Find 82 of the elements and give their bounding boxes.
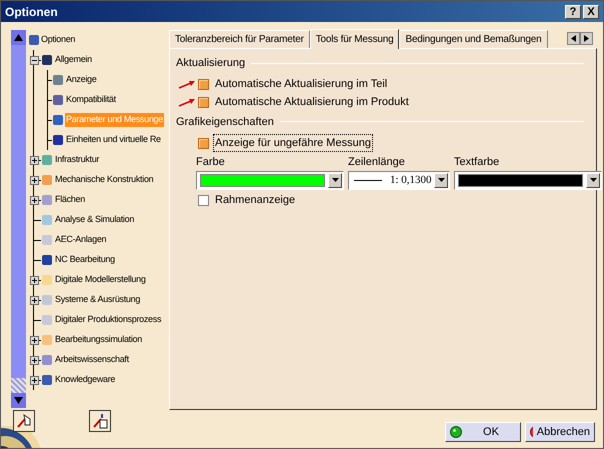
left-arrow-icon (571, 35, 576, 42)
tree-item[interactable]: Anzeige (65, 73, 98, 87)
tree-item[interactable]: Bearbeitungssimulation (54, 333, 143, 347)
checkbox-label[interactable]: Anzeige für ungefähre Messung (213, 134, 373, 152)
dropdown[interactable] (454, 170, 602, 190)
tree-item[interactable]: Systeme & Ausrüstung (54, 293, 142, 307)
expand-icon[interactable] (30, 296, 39, 304)
expand-icon[interactable] (30, 156, 39, 164)
tab[interactable]: Bedingungen und Bemaßungen (399, 30, 548, 48)
tree-item[interactable]: Optionen (41, 33, 76, 47)
section-title: Grafikeigenschaften (176, 114, 274, 130)
tree-item[interactable]: Knowledgeware (54, 373, 116, 387)
tree-item[interactable]: Allgemein (54, 53, 93, 67)
scroll-thumb[interactable] (11, 378, 26, 393)
item-icon (41, 354, 53, 366)
tab-scroll-left-button[interactable] (567, 32, 580, 45)
section-title: Aktualisierung (176, 56, 246, 71)
dropdown-label: Zeilenlänge (348, 155, 406, 170)
tree-item[interactable]: Infrastruktur (54, 153, 100, 167)
item-icon (41, 254, 53, 266)
tree-item[interactable]: Digitale Modellerstellung (54, 273, 147, 287)
tab-scroll-right-button[interactable] (580, 32, 593, 45)
caret-icon (438, 178, 444, 182)
item-icon (41, 214, 53, 226)
caret-icon (332, 178, 338, 182)
dialog-button[interactable]: Abbrechen (525, 422, 595, 442)
tab[interactable]: Toleranzbereich für Parameter (169, 30, 310, 48)
item-icon (52, 94, 64, 106)
item-icon (52, 114, 64, 126)
import-settings-button[interactable] (89, 410, 111, 432)
dialog-button[interactable]: OK (445, 422, 521, 442)
dropdown[interactable]: 1: 0,1300 (348, 170, 450, 190)
tree-item[interactable]: Arbeitswissenschaft (54, 353, 130, 367)
caret-icon (590, 178, 596, 182)
right-arrow-icon (584, 35, 589, 42)
tree-item[interactable]: NC Bearbeitung (54, 253, 116, 267)
help-button[interactable]: ? (565, 4, 581, 18)
item-icon (41, 274, 53, 286)
expand-icon[interactable] (30, 356, 39, 364)
item-icon (52, 74, 64, 86)
checkbox-label[interactable]: Automatische Aktualisierung im Produkt (213, 93, 411, 112)
expand-icon[interactable] (30, 276, 39, 284)
tree-item[interactable]: Kompatibilität (65, 93, 117, 107)
expand-icon[interactable] (30, 176, 39, 184)
tree-item[interactable]: Flächen (54, 193, 86, 207)
dropdown-label: Farbe (196, 155, 226, 170)
item-icon (41, 374, 53, 386)
item-icon (41, 314, 53, 326)
checkbox[interactable] (198, 138, 209, 148)
item-icon (41, 294, 53, 306)
scroll-down-icon[interactable] (11, 393, 26, 408)
checkbox-label[interactable]: Rahmenanzeige (213, 191, 298, 210)
dropdown-value: 1: 0,1300 (390, 172, 433, 188)
checkbox[interactable] (198, 97, 209, 108)
close-button[interactable]: X (583, 4, 599, 18)
item-icon (41, 194, 53, 206)
item-icon (41, 154, 53, 166)
tree-item[interactable]: Mechanische Konstruktion (54, 173, 154, 187)
document-icon (92, 413, 108, 429)
tree-item[interactable]: Analyse & Simulation (54, 213, 136, 227)
item-icon (41, 54, 53, 66)
item-icon (41, 234, 53, 246)
checkbox[interactable] (198, 195, 209, 206)
tree-item[interactable]: Einheiten und virtuelle Re (65, 133, 162, 147)
checkbox-label[interactable]: Automatische Aktualisierung im Teil (213, 75, 390, 94)
tab[interactable]: Tools für Messung (310, 29, 400, 49)
item-icon (28, 34, 40, 46)
item-icon (41, 174, 53, 186)
collapse-icon[interactable] (30, 56, 39, 64)
scrollbar[interactable] (11, 30, 26, 408)
item-icon (52, 134, 64, 146)
dropdown-label: Textfarbe (454, 155, 500, 170)
scroll-up-icon[interactable] (11, 30, 26, 45)
item-icon (41, 334, 53, 346)
tree-item[interactable]: Digitaler Produktionsprozess (54, 313, 162, 327)
tree-item[interactable]: AEC-Anlagen (54, 233, 108, 247)
window-title: Optionen (5, 4, 58, 20)
expand-icon[interactable] (30, 376, 39, 384)
expand-icon[interactable] (30, 336, 39, 344)
checkbox[interactable] (198, 79, 209, 90)
home-settings-button[interactable] (13, 410, 35, 432)
expand-icon[interactable] (30, 196, 39, 204)
